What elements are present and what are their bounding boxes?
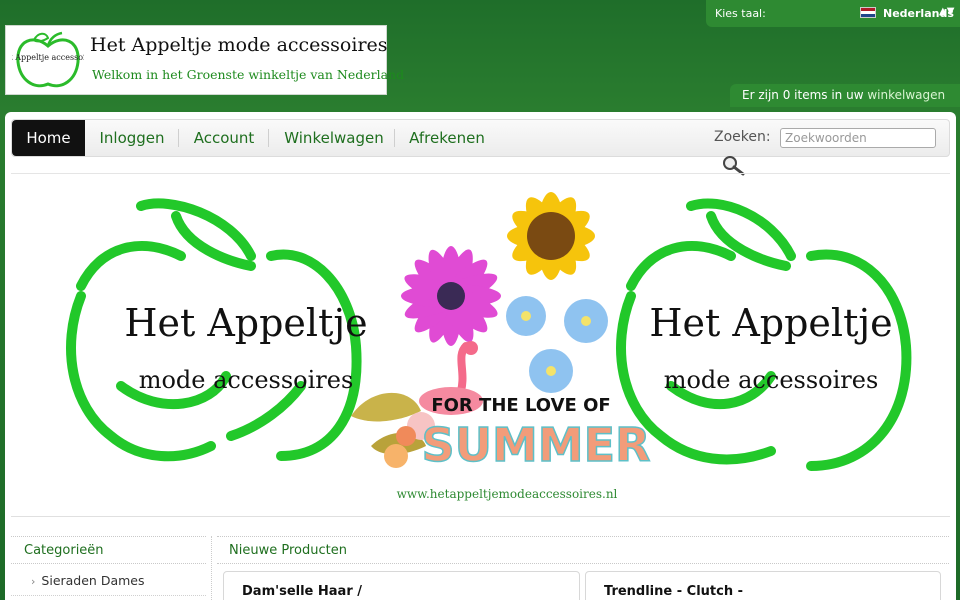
main-navigation: Home Inloggen Account Winkelwagen Afreke… (11, 119, 950, 157)
apple-logo-icon: Het Appeltje accessoires (12, 31, 84, 88)
new-products-heading: Nieuwe Producten (217, 536, 949, 564)
nav-item-winkelwagen[interactable]: Winkelwagen (274, 120, 394, 156)
nav-item-account[interactable]: Account (184, 120, 264, 156)
divider (11, 173, 950, 174)
logo-subtitle: Welkom in het Groenste winkeltje van Ned… (92, 67, 405, 82)
banner-left-title: Het Appeltje (124, 301, 367, 345)
cart-status-text: Er zijn 0 items in uw (742, 88, 868, 102)
main-panel: Home Inloggen Account Winkelwagen Afreke… (5, 112, 956, 600)
banner-headline: SUMMER (422, 418, 651, 472)
flamingo-head-icon (464, 341, 478, 355)
logo-icon-text: Het Appeltje accessoires (12, 53, 84, 62)
categories-heading: Categorieën (11, 536, 206, 564)
product-card[interactable]: Trendline - Clutch - (585, 571, 941, 600)
banner-right-title: Het Appeltje (649, 301, 892, 345)
chevron-up-down-icon[interactable]: ▲▼ (939, 6, 954, 17)
category-item[interactable]: › Sieraden Dames (11, 568, 206, 596)
nav-divider (178, 129, 179, 147)
category-label: Sieraden Dames (41, 573, 145, 588)
column-divider (211, 536, 212, 600)
cart-link[interactable]: winkelwagen (867, 88, 945, 102)
product-title[interactable]: Dam'selle Haar / (242, 584, 362, 599)
banner-tagline: FOR THE LOVE OF (431, 395, 610, 416)
logo-title: Het Appeltje mode accessoires (90, 34, 388, 56)
banner-left-subtitle: mode accessoires (139, 366, 354, 394)
nav-item-afrekenen[interactable]: Afrekenen (402, 120, 492, 156)
language-selector[interactable]: Kies taal: Nederlands ▲▼ (706, 0, 960, 27)
search-input[interactable] (780, 128, 936, 148)
cart-status: Er zijn 0 items in uw winkelwagen (730, 84, 960, 107)
nav-divider (268, 129, 269, 147)
search-label: Zoeken: (714, 129, 771, 145)
chevron-right-icon: › (31, 575, 36, 588)
summer-banner[interactable]: Het Appeltje mode accessoires Het Appelt… (11, 176, 950, 516)
product-title[interactable]: Trendline - Clutch - (604, 584, 743, 599)
nav-divider (394, 129, 395, 147)
site-logo[interactable]: Het Appeltje accessoires Het Appeltje mo… (5, 25, 404, 95)
product-card[interactable]: Dam'selle Haar / (223, 571, 580, 600)
language-label: Kies taal: (715, 7, 766, 20)
nav-item-inloggen[interactable]: Inloggen (92, 120, 172, 156)
banner-right-subtitle: mode accessoires (664, 366, 879, 394)
nav-item-home[interactable]: Home (12, 120, 85, 156)
banner-url: www.hetappeltjemodeaccessoires.nl (397, 487, 618, 501)
flag-netherlands-icon (860, 7, 876, 18)
divider (11, 516, 950, 517)
